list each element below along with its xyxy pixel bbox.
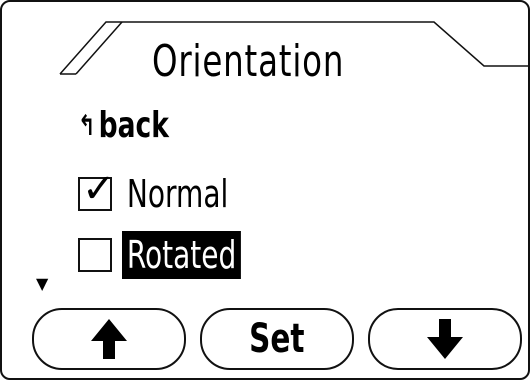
page-title: Orientation [152,36,345,87]
set-button[interactable]: Set [200,308,354,370]
scroll-down-indicator-icon: ▼ [36,274,49,293]
option-label-rotated: Rotated [122,231,242,279]
up-button[interactable] [32,308,186,370]
arrow-down-icon [427,319,463,359]
option-rotated[interactable]: Rotated [78,231,267,279]
checkmark-icon: ✓ [82,166,116,212]
option-label-normal: Normal [126,172,229,216]
device-screen: Orientation ↰ back ✓ Normal Rotated ▼ Se… [0,0,530,380]
checkbox-rotated[interactable] [78,238,112,272]
back-menu-item[interactable]: ↰ back [78,105,169,146]
down-button[interactable] [368,308,522,370]
set-button-label: Set [249,316,305,362]
option-normal[interactable]: ✓ Normal [78,169,258,218]
arrow-up-icon [91,319,127,359]
back-label: back [98,105,169,146]
checkbox-normal[interactable]: ✓ [78,169,116,211]
return-arrow-icon: ↰ [78,108,96,142]
